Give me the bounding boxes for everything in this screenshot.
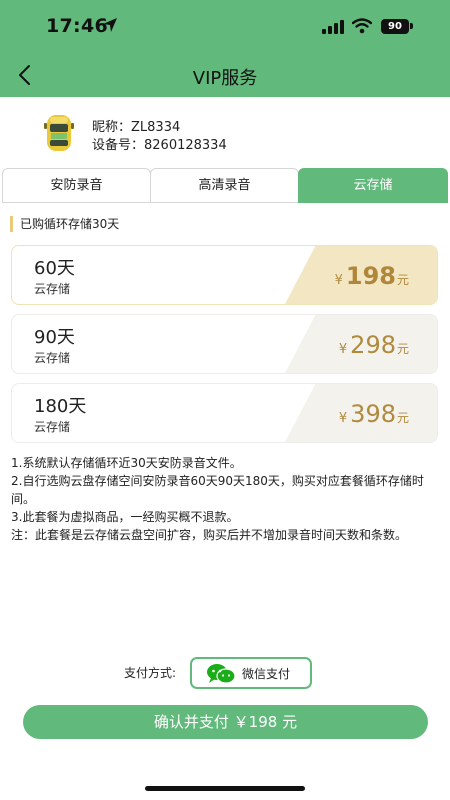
plan-type: 云存储 — [34, 420, 71, 434]
battery-tip — [410, 23, 413, 29]
status-bar: 17:46 90 — [0, 0, 450, 50]
battery-indicator: 90 — [381, 19, 409, 34]
plan-days: 180天 — [34, 396, 87, 417]
payment-method-label: 支付方式: — [124, 666, 177, 680]
tab-hd-recording[interactable]: 高清录音 — [150, 168, 299, 203]
tab-security-recording[interactable]: 安防录音 — [2, 168, 151, 203]
purchased-notice: 已购循环存储30天 — [10, 216, 119, 232]
plan-days: 90天 — [34, 327, 75, 348]
wechat-pay-label: 微信支付 — [242, 667, 291, 681]
plan-days: 60天 — [34, 258, 75, 279]
price-currency: ¥ — [338, 342, 348, 357]
plan-type: 云存储 — [34, 282, 71, 296]
location-arrow-icon — [103, 18, 117, 32]
status-time: 17:46 — [46, 15, 108, 37]
plan-card-60-days[interactable]: 60天 云存储 ¥198元 — [11, 245, 438, 305]
plan-price: ¥298元 — [339, 331, 409, 359]
page-title: VIP服务 — [192, 68, 258, 89]
description-line: 2.自行选购云盘存储空间安防录音60天90天180天，购买对应套餐循环存储时间。 — [11, 474, 424, 506]
cellular-signal-icon — [322, 20, 344, 34]
wechat-pay-option[interactable]: 微信支付 — [190, 657, 312, 689]
price-unit: 元 — [396, 342, 409, 356]
plan-type: 云存储 — [34, 351, 71, 365]
confirm-pay-button[interactable]: 确认并支付 ￥198 元 — [23, 705, 428, 739]
plan-card-180-days[interactable]: 180天 云存储 ¥398元 — [11, 383, 438, 443]
price-unit: 元 — [396, 411, 409, 425]
device-nickname: 昵称：ZL8334 — [92, 120, 181, 135]
price-amount: 398 — [350, 400, 396, 428]
car-icon — [44, 115, 74, 151]
description-line: 1.系统默认存储循环近30天安防录音文件。 — [11, 456, 242, 470]
description-line: 3.此套餐为虚拟商品，一经购买概不退款。 — [11, 510, 239, 524]
tab-cloud-storage[interactable]: 云存储 — [298, 168, 448, 203]
plan-price: ¥398元 — [339, 400, 409, 428]
description-note: 注：此套餐是云存储云盘空间扩容，购买后并不增加录音时间天数和条数。 — [11, 528, 408, 542]
home-indicator — [145, 786, 305, 791]
wifi-icon — [352, 18, 372, 34]
price-unit: 元 — [396, 273, 409, 287]
tab-bar: 安防录音 高清录音 云存储 — [2, 168, 448, 203]
price-currency: ¥ — [338, 411, 348, 426]
wechat-icon — [207, 664, 236, 684]
plan-description: 1.系统默认存储循环近30天安防录音文件。 2.自行选购云盘存储空间安防录音60… — [11, 454, 441, 544]
device-id: 设备号：8260128334 — [92, 138, 227, 153]
plan-price: ¥198元 — [335, 262, 409, 290]
price-amount: 198 — [345, 262, 396, 290]
price-currency: ¥ — [334, 273, 343, 288]
plan-card-90-days[interactable]: 90天 云存储 ¥298元 — [11, 314, 438, 374]
price-amount: 298 — [350, 331, 396, 359]
header-bar: 17:46 90 VIP服务 — [0, 0, 450, 97]
